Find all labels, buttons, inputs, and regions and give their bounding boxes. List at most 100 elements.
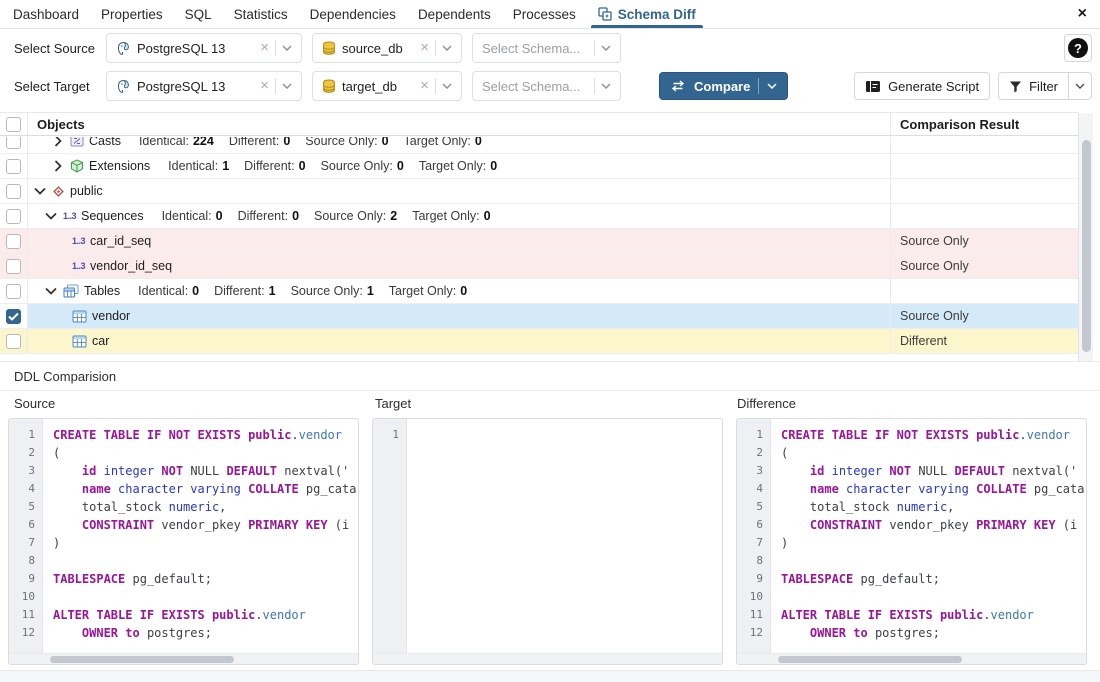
filter-split-button: Filter [998,72,1092,100]
comparison-grid: CastsIdentical:224Different:0Source Only… [0,137,1078,354]
code-token: PRIMARY KEY [976,518,1055,532]
difference-ddl-editor[interactable]: 123456789101112CREATE TABLE IF NOT EXIST… [736,418,1087,665]
chevron-down-icon[interactable] [282,83,292,89]
row-checkbox[interactable] [6,309,21,324]
grid-row-vendor[interactable]: vendorSource Only [0,304,1078,329]
clear-icon[interactable]: × [260,41,269,55]
grid-vertical-scrollbar[interactable] [1078,113,1093,361]
tab-dependencies[interactable]: Dependencies [299,0,407,28]
grid-row-extensions[interactable]: ExtensionsIdentical:1Different:0Source O… [0,154,1078,179]
clear-icon[interactable]: × [260,79,269,93]
row-checkbox-cell [0,229,28,253]
chevron-down-icon[interactable] [601,83,611,89]
target-database-select[interactable]: target_db × [312,71,462,101]
chevron-down-icon[interactable] [282,45,292,51]
stat-item: Target Only:0 [404,137,482,148]
code-token: NOT [889,464,911,478]
code-area[interactable] [408,426,722,653]
close-icon[interactable]: × [1078,5,1087,23]
grid-row-car-id-seq[interactable]: 1..3car_id_seqSource Only [0,229,1078,254]
grid-row-sequences[interactable]: 1..3SequencesIdentical:0Different:0Sourc… [0,204,1078,229]
expander-down-icon[interactable] [45,287,57,295]
horizontal-scrollbar[interactable] [737,653,1086,664]
database-icon [322,41,336,56]
code-token: pg_cata [299,482,357,496]
horizontal-scrollbar[interactable] [9,653,358,664]
code-token: OWNER [82,626,118,640]
grid-row-casts[interactable]: CastsIdentical:224Different:0Source Only… [0,137,1078,154]
tab-dashboard[interactable]: Dashboard [2,0,90,28]
tab-processes[interactable]: Processes [502,0,587,28]
select-all-checkbox[interactable] [6,117,21,132]
source-ddl-editor[interactable]: 123456789101112CREATE TABLE IF NOT EXIST… [8,418,359,665]
row-checkbox[interactable] [6,209,21,224]
row-checkbox[interactable] [6,284,21,299]
code-token [781,464,810,478]
stat-label: Source Only: [291,284,363,298]
grid-row-vendor-id-seq[interactable]: 1..3vendor_id_seqSource Only [0,254,1078,279]
chevron-down-icon[interactable] [601,45,611,51]
grid-scrollbar-thumb[interactable] [1082,140,1091,352]
target-schema-select[interactable]: Select Schema... [472,71,621,101]
expander-right-icon[interactable] [52,160,64,172]
expander-down-icon[interactable] [34,187,46,195]
row-checkbox[interactable] [6,184,21,199]
code-token: integer [104,464,155,478]
code-area[interactable]: CREATE TABLE IF NOT EXISTS public.vendor… [44,426,358,653]
stat-value: 0 [283,137,290,148]
filter-button[interactable]: Filter [999,73,1068,99]
horizontal-scrollbar-thumb[interactable] [50,656,234,663]
grid-row-public[interactable]: public [0,179,1078,204]
line-number-gutter: 1 [373,419,407,664]
code-line: CREATE TABLE IF NOT EXISTS public.vendor [53,426,358,444]
expander-down-icon[interactable] [45,212,57,220]
row-checkbox-cell [0,304,28,328]
help-button[interactable]: ? [1064,34,1092,62]
row-checkbox[interactable] [6,137,21,149]
code-token: numeric [897,500,948,514]
grid-row-car[interactable]: carDifferent [0,329,1078,354]
row-checkbox-cell [0,279,28,303]
compare-button[interactable]: Compare [659,72,788,100]
code-token: CREATE TABLE IF NOT EXISTS public [781,428,1019,442]
filter-dropdown-button[interactable] [1068,73,1091,99]
code-token: to [853,626,867,640]
horizontal-scrollbar[interactable] [373,653,722,664]
tab-sql[interactable]: SQL [174,0,223,28]
line-number-gutter: 123456789101112 [737,419,771,664]
code-token: nextval(' [1005,464,1077,478]
comparison-result-cell [890,179,1078,203]
code-line: CONSTRAINT vendor_pkey PRIMARY KEY (i [781,516,1086,534]
tab-properties[interactable]: Properties [90,0,174,28]
stat-value: 1 [269,284,276,298]
tab-statistics[interactable]: Statistics [223,0,299,28]
chevron-down-icon[interactable] [767,83,777,89]
tab-schema-diff[interactable]: Schema Diff [587,0,707,28]
source-database-select[interactable]: source_db × [312,33,462,63]
source-server-select[interactable]: PostgreSQL 13 × [106,33,302,63]
comparison-result-column-header[interactable]: Comparison Result [890,113,1078,135]
row-checkbox[interactable] [6,159,21,174]
difference-panel-label: Difference [737,396,796,411]
stat-item: Target Only:0 [389,284,467,298]
tab-dependents[interactable]: Dependents [407,0,502,28]
row-checkbox[interactable] [6,259,21,274]
clear-icon[interactable]: × [420,41,429,55]
help-icon: ? [1068,38,1088,58]
table-icon [72,310,87,323]
chevron-down-icon[interactable] [442,45,452,51]
objects-column-header[interactable]: Objects [28,113,890,135]
line-number: 5 [9,498,42,516]
horizontal-scrollbar-thumb[interactable] [778,656,962,663]
target-server-select[interactable]: PostgreSQL 13 × [106,71,302,101]
code-area[interactable]: CREATE TABLE IF NOT EXISTS public.vendor… [772,426,1086,653]
expander-right-icon[interactable] [52,137,64,147]
source-schema-select[interactable]: Select Schema... [472,33,621,63]
target-ddl-editor[interactable]: 1 [372,418,723,665]
clear-icon[interactable]: × [420,79,429,93]
grid-row-tables[interactable]: TablesIdentical:0Different:1Source Only:… [0,279,1078,304]
row-checkbox[interactable] [6,234,21,249]
row-checkbox[interactable] [6,334,21,349]
chevron-down-icon[interactable] [442,83,452,89]
generate-script-button[interactable]: Generate Script [854,72,990,100]
